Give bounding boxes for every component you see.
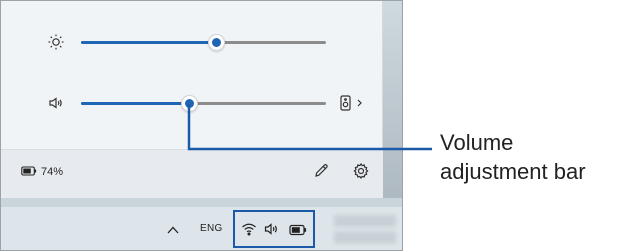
taskbar: ENG: [1, 207, 402, 250]
brightness-row: [1, 30, 383, 54]
audio-output-device-icon[interactable]: [339, 94, 369, 112]
pencil-icon[interactable]: [312, 162, 330, 180]
callout-label-line2: adjustment bar: [440, 159, 586, 184]
speaker-icon[interactable]: [264, 222, 280, 236]
brightness-slider-fill: [81, 41, 216, 44]
battery-icon: [21, 163, 37, 181]
volume-slider-thumb[interactable]: [180, 95, 198, 112]
volume-slider-fill: [81, 102, 189, 105]
quick-settings-panel: 74%: [1, 1, 383, 198]
brightness-icon: [47, 33, 65, 51]
chevron-up-icon[interactable]: [166, 223, 180, 235]
screenshot-window: 74% ENG: [0, 0, 403, 251]
volume-row: [1, 91, 383, 115]
stage: 74% ENG Volume adjustment bar: [0, 0, 644, 251]
callout-label-line1: Volume: [440, 130, 514, 155]
battery-percent: 74%: [41, 166, 64, 178]
callout-label: Volume adjustment bar: [440, 128, 640, 186]
battery-icon[interactable]: [289, 223, 307, 236]
wifi-icon[interactable]: [241, 222, 257, 236]
brightness-slider-thumb[interactable]: [207, 34, 225, 51]
volume-slider[interactable]: [81, 95, 326, 112]
input-language-indicator[interactable]: ENG: [200, 223, 223, 234]
quick-settings-footer: 74%: [1, 149, 383, 198]
clock-blurred[interactable]: [334, 215, 396, 245]
brightness-slider[interactable]: [81, 34, 326, 51]
battery-status[interactable]: 74%: [21, 164, 63, 180]
gear-icon[interactable]: [352, 162, 370, 180]
speaker-icon[interactable]: [47, 94, 65, 112]
desktop-background-strip: [383, 1, 402, 198]
